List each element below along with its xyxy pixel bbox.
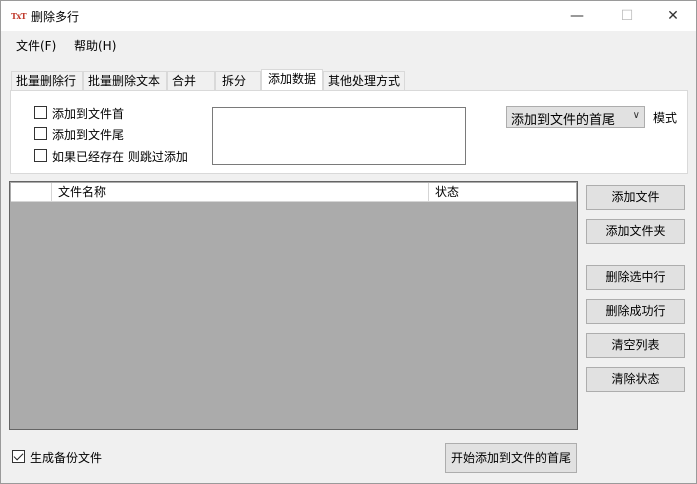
mode-select-value: 添加到文件的首尾 [511,113,616,128]
minimize-icon: — [570,8,584,24]
tab-merge[interactable]: 合并 [167,71,215,91]
backup-label: 生成备份文件 [30,451,103,465]
menu-file[interactable]: 文件(F) [16,37,56,54]
close-icon: ✕ [667,8,679,24]
tab-split[interactable]: 拆分 [215,71,261,91]
add-file-button[interactable]: 添加文件 [586,185,685,210]
skip-if-exists-label: 如果已经存在 则跳过添加 [52,150,188,164]
tab-batch-delete-lines[interactable]: 批量删除行 [11,71,83,91]
add-folder-button[interactable]: 添加文件夹 [586,219,685,244]
delete-success-button[interactable]: 删除成功行 [586,299,685,324]
maximize-icon: ☐ [620,8,634,24]
skip-if-exists-box[interactable] [34,149,47,162]
clear-status-button[interactable]: 清除状态 [586,367,685,392]
chevron-down-icon: ∨ [632,110,640,121]
menu-help[interactable]: 帮助(H) [74,37,116,54]
backup-box[interactable] [12,450,25,463]
app-icon: TxT [11,11,27,21]
start-button[interactable]: 开始添加到文件的首尾 [445,443,577,473]
add-to-head-label: 添加到文件首 [52,107,125,121]
tab-other-methods[interactable]: 其他处理方式 [323,71,405,91]
mode-select[interactable]: 添加到文件的首尾 ∨ [506,106,645,128]
column-index[interactable] [11,183,52,202]
add-to-head-box[interactable] [34,106,47,119]
maximize-button[interactable]: ☐ [604,1,650,31]
minimize-button[interactable]: — [554,1,600,31]
file-table[interactable]: 文件名称 状态 [9,181,578,430]
add-text-input[interactable] [212,107,466,165]
add-to-tail-box[interactable] [34,127,47,140]
main-window: TxT 删除多行 — ☐ ✕ 文件(F) 帮助(H) 批量删除行 批量删除文本 … [0,0,697,484]
tab-batch-delete-text[interactable]: 批量删除文本 [83,71,167,91]
delete-selected-button[interactable]: 删除选中行 [586,265,685,290]
tab-strip: 批量删除行 批量删除文本 合并 拆分 添加数据 其他处理方式 [1,59,696,91]
add-data-panel: 添加到文件首 添加到文件尾 如果已经存在 则跳过添加 添加到文件的首尾 ∨ 模式 [10,90,688,174]
add-to-tail-label: 添加到文件尾 [52,128,125,142]
window-title: 删除多行 [31,10,80,24]
title-bar[interactable]: TxT 删除多行 — ☐ ✕ [1,1,696,31]
mode-label: 模式 [653,111,678,125]
menu-bar: 文件(F) 帮助(H) [1,31,696,59]
clear-list-button[interactable]: 清空列表 [586,333,685,358]
close-button[interactable]: ✕ [650,1,696,31]
file-table-header: 文件名称 状态 [11,183,576,202]
column-status[interactable]: 状态 [429,183,576,202]
tab-add-data[interactable]: 添加数据 [261,69,323,91]
column-file-name[interactable]: 文件名称 [52,183,429,202]
